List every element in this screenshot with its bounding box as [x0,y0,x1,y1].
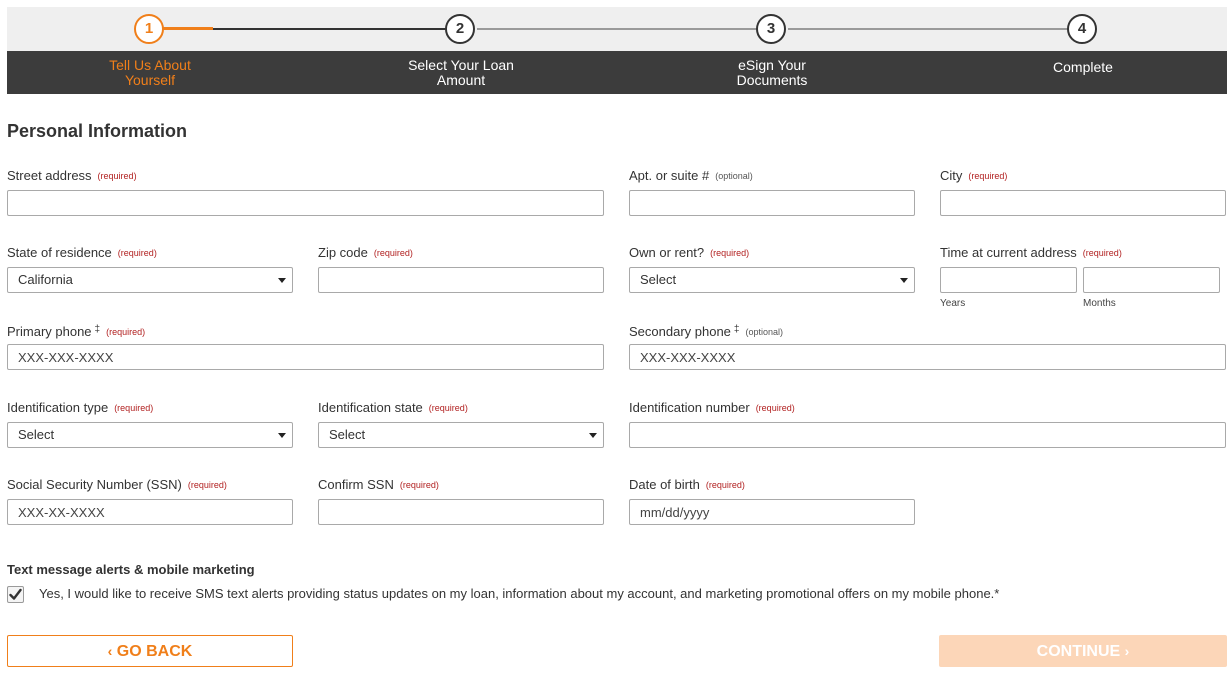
confirm-ssn-label: Confirm SSN (required) [318,477,439,492]
dropdown-caret-icon [900,278,908,283]
street-address-label: Street address (required) [7,168,137,183]
ssn-field: Social Security Number (SSN) (required) [7,477,293,527]
progress-stepper: 1 2 3 4 Tell Us About Yourself Select Yo… [7,7,1227,94]
city-field: City (required) [940,168,1226,218]
time-months-input[interactable] [1083,267,1220,293]
stepper-line-3-4 [788,28,1069,30]
chevron-left-icon: ‹ [107,643,113,659]
stepper-track: 1 2 3 4 [7,7,1227,51]
step-3-circle: 3 [756,14,786,44]
ssn-input[interactable] [7,499,293,525]
city-label: City (required) [940,168,1008,183]
step-3-label: eSign Your Documents [736,57,808,88]
ssn-label: Social Security Number (SSN) (required) [7,477,227,492]
apt-suite-input[interactable] [629,190,915,216]
identification-number-field: Identification number (required) [629,400,1226,450]
state-of-residence-value: California [18,272,73,287]
identification-state-value: Select [329,427,366,442]
step-1-circle: 1 [134,14,164,44]
secondary-phone-label: Secondary phone ‡ (optional) [629,324,784,339]
step-1-label: Tell Us About Yourself [109,57,191,88]
time-at-address-field: Time at current address (required) Years … [940,245,1226,310]
stepper-line-1-2 [213,28,447,30]
own-or-rent-field: Own or rent? (required) Select [629,245,915,295]
stepper-line-2-3 [477,28,758,30]
dropdown-caret-icon [278,278,286,283]
step-2-label: Select Your Loan Amount [408,57,514,88]
zip-code-field: Zip code (required) [318,245,604,295]
checkmark-icon [9,588,22,600]
go-back-label: GO BACK [116,643,193,660]
city-input[interactable] [940,190,1226,216]
apt-suite-field: Apt. or suite # (optional) [629,168,915,218]
identification-state-select[interactable]: Select [318,422,604,448]
step-4-circle: 4 [1067,14,1097,44]
sms-consent-checkbox[interactable] [7,586,24,603]
step-2-circle: 2 [445,14,475,44]
step-4-label: Complete [1053,59,1113,75]
secondary-phone-input[interactable] [629,344,1226,370]
own-or-rent-value: Select [640,272,677,287]
street-address-input[interactable] [7,190,604,216]
secondary-phone-field: Secondary phone ‡ (optional) [629,322,1226,372]
sms-section-title: Text message alerts & mobile marketing [7,562,255,577]
date-of-birth-input[interactable] [629,499,915,525]
months-label: Months [1083,298,1116,309]
zip-code-label: Zip code (required) [318,245,413,260]
identification-state-field: Identification state (required) Select [318,400,604,450]
identification-number-label: Identification number (required) [629,400,795,415]
identification-type-value: Select [18,427,55,442]
continue-button[interactable]: CONTINUE › [939,635,1227,667]
primary-phone-field: Primary phone ‡ (required) [7,322,604,372]
sms-consent-text: Yes, I would like to receive SMS text al… [39,586,1000,601]
stepper-labels-bar: Tell Us About Yourself Select Your Loan … [7,51,1227,94]
date-of-birth-field: Date of birth (required) [629,477,915,527]
identification-type-label: Identification type (required) [7,400,154,415]
stepper-progress-line [163,27,213,30]
dropdown-caret-icon [278,433,286,438]
time-at-address-label: Time at current address (required) [940,245,1122,260]
dropdown-caret-icon [589,433,597,438]
state-of-residence-field: State of residence (required) California [7,245,293,295]
state-of-residence-select[interactable]: California [7,267,293,293]
chevron-right-icon: › [1124,643,1130,659]
street-address-field: Street address (required) [7,168,604,218]
own-or-rent-label: Own or rent? (required) [629,245,750,260]
identification-type-select[interactable]: Select [7,422,293,448]
primary-phone-label: Primary phone ‡ (required) [7,324,146,339]
state-of-residence-label: State of residence (required) [7,245,157,260]
apt-suite-label: Apt. or suite # (optional) [629,168,753,183]
time-years-input[interactable] [940,267,1077,293]
identification-number-input[interactable] [629,422,1226,448]
identification-type-field: Identification type (required) Select [7,400,293,450]
date-of-birth-label: Date of birth (required) [629,477,745,492]
page-title: Personal Information [7,121,188,141]
primary-phone-input[interactable] [7,344,604,370]
continue-label: CONTINUE [1036,643,1121,660]
confirm-ssn-field: Confirm SSN (required) [318,477,604,527]
confirm-ssn-input[interactable] [318,499,604,525]
own-or-rent-select[interactable]: Select [629,267,915,293]
go-back-button[interactable]: ‹ GO BACK [7,635,293,667]
years-label: Years [940,298,966,309]
zip-code-input[interactable] [318,267,604,293]
identification-state-label: Identification state (required) [318,400,468,415]
